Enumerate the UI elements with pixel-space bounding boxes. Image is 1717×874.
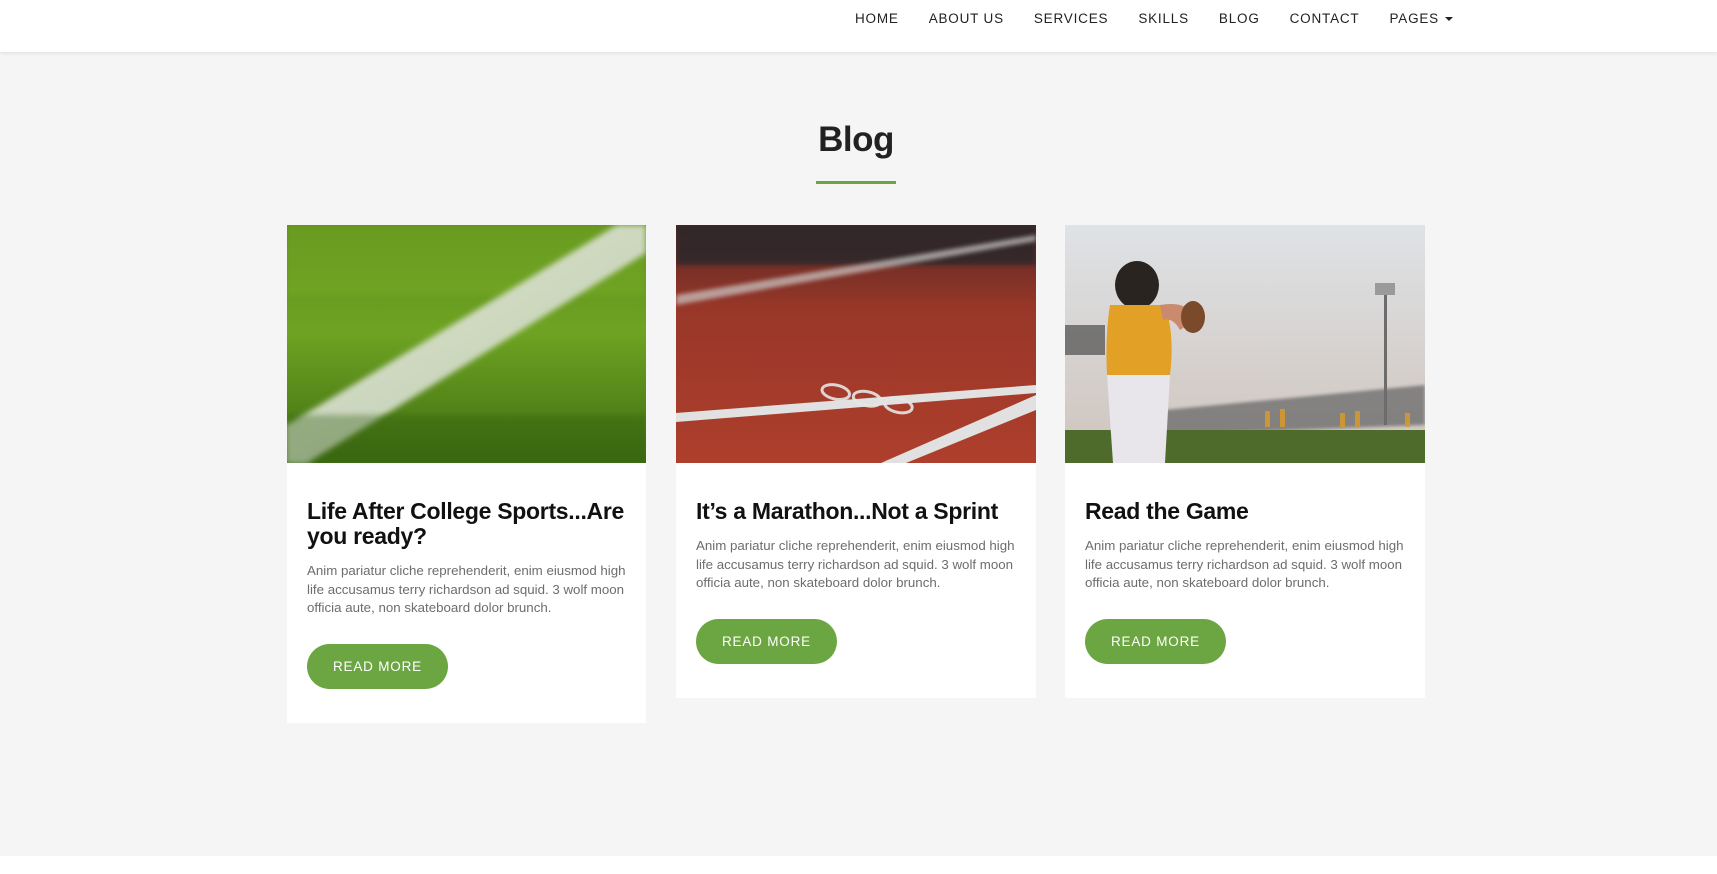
nav-item-blog[interactable]: BLOG (1219, 11, 1260, 26)
card-excerpt: Anim pariatur cliche reprehenderit, enim… (307, 563, 626, 616)
running-track-photo[interactable] (676, 225, 1036, 463)
read-more-button[interactable]: READ MORE (1085, 619, 1226, 665)
nav-item-label: BLOG (1218, 11, 1260, 26)
card-body: Read the Game Anim pariatur cliche repre… (1065, 463, 1425, 698)
grass-field-photo[interactable] (287, 225, 646, 463)
top-navbar: HOME ABOUT US SERVICES SKILLS BLOG CONTA… (0, 0, 1717, 52)
running-track-image (676, 225, 1036, 463)
main-nav: HOME ABOUT US SERVICES SKILLS BLOG CONTA… (855, 11, 1453, 26)
card-excerpt: Anim pariatur cliche reprehenderit, enim… (696, 538, 1015, 591)
card-title[interactable]: Read the Game (1085, 499, 1405, 524)
card-body: It’s a Marathon...Not a Sprint Anim pari… (676, 463, 1036, 698)
footer-edge (0, 856, 1717, 874)
card-title[interactable]: It’s a Marathon...Not a Sprint (696, 499, 1016, 524)
caret-down-icon (1445, 17, 1453, 21)
football-player-photo[interactable] (1065, 225, 1425, 463)
card-excerpt: Anim pariatur cliche reprehenderit, enim… (1085, 538, 1404, 591)
nav-item-label: ABOUT US (928, 11, 1004, 26)
card-title[interactable]: Life After College Sports...Are you read… (307, 499, 626, 549)
blog-card: Read the Game Anim pariatur cliche repre… (1065, 225, 1425, 699)
grass-field-image (287, 225, 646, 463)
read-more-button[interactable]: READ MORE (696, 619, 837, 665)
read-more-button[interactable]: READ MORE (307, 644, 448, 690)
nav-item-contact[interactable]: CONTACT (1290, 11, 1360, 26)
card-body: Life After College Sports...Are you read… (287, 463, 646, 723)
nav-item-pages-dropdown[interactable]: PAGES (1389, 11, 1453, 26)
title-underline (816, 181, 896, 184)
nav-item-label: PAGES (1389, 11, 1439, 26)
nav-item-services[interactable]: SERVICES (1034, 11, 1108, 26)
nav-item-label: SKILLS (1138, 11, 1189, 26)
nav-item-skills[interactable]: SKILLS (1138, 11, 1189, 26)
blog-section: Blog Life After College Sports...Are you… (0, 52, 1717, 856)
nav-item-label: CONTACT (1289, 11, 1360, 26)
blog-card: It’s a Marathon...Not a Sprint Anim pari… (676, 225, 1036, 699)
blog-card: Life After College Sports...Are you read… (287, 225, 646, 724)
nav-item-about-us[interactable]: ABOUT US (929, 11, 1004, 26)
football-player-image (1065, 225, 1425, 463)
nav-item-label: SERVICES (1033, 11, 1109, 26)
section-title: Blog (818, 120, 894, 159)
nav-item-home[interactable]: HOME (855, 11, 899, 26)
nav-item-label: HOME (855, 11, 899, 26)
